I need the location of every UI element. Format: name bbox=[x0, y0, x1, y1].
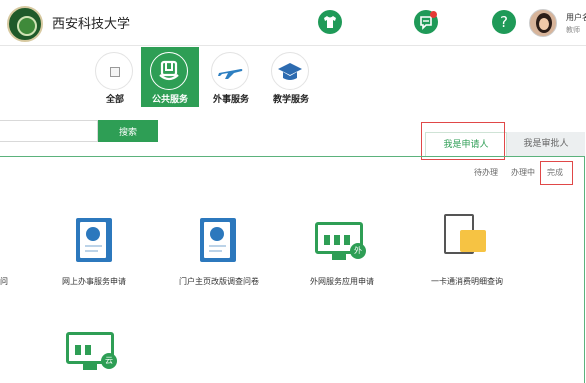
notification-dot bbox=[430, 11, 437, 18]
service-label: 网上办事服务申请 bbox=[62, 277, 126, 286]
service-label: 门户主页改版调查问卷 bbox=[179, 277, 259, 286]
user-name[interactable]: 用户名 bbox=[566, 12, 586, 23]
tab-foreign-affairs-label: 外事服务 bbox=[212, 95, 249, 105]
airplane-icon bbox=[211, 52, 249, 90]
service-label: 外网服务应用申请 bbox=[310, 277, 374, 286]
highlight-box-done bbox=[540, 161, 573, 185]
service-label: 一卡通消费明细查询 bbox=[431, 277, 503, 286]
user-role: 教师 bbox=[566, 26, 580, 34]
cut-off-label: 问 bbox=[0, 277, 8, 286]
tab-teaching-service-label: 教学服务 bbox=[272, 95, 309, 105]
top-header: 西安科技大学 ? 用户名 教师 bbox=[0, 0, 586, 46]
tab-all[interactable]: 全部 bbox=[86, 47, 144, 107]
badge-wai: 外 bbox=[350, 243, 366, 259]
badge-yun: 云 bbox=[101, 353, 117, 369]
tab-teaching-service[interactable]: 教学服务 bbox=[262, 47, 320, 107]
filter-in-progress[interactable]: 办理中 bbox=[511, 167, 535, 178]
cloud-service-icon: 云 bbox=[66, 332, 117, 370]
search-input[interactable] bbox=[0, 120, 98, 142]
avatar[interactable] bbox=[529, 9, 557, 37]
help-icon[interactable]: ? bbox=[492, 10, 516, 34]
school-name: 西安科技大学 bbox=[52, 17, 131, 32]
folder-icon bbox=[460, 230, 486, 252]
tab-public-service[interactable]: 公共服务 bbox=[141, 47, 199, 107]
graduation-cap-icon bbox=[271, 52, 309, 90]
external-network-icon: 外 bbox=[315, 222, 366, 260]
tab-public-service-label: 公共服务 bbox=[151, 95, 188, 105]
shirt-icon[interactable] bbox=[318, 10, 342, 34]
tab-all-label: 全部 bbox=[105, 95, 124, 105]
broken-image-icon bbox=[110, 67, 120, 77]
search-button[interactable]: 搜索 bbox=[98, 120, 158, 142]
university-logo-icon[interactable] bbox=[7, 6, 43, 42]
document-seal-icon bbox=[76, 218, 112, 262]
filter-todo[interactable]: 待办理 bbox=[474, 167, 498, 178]
all-icon-frame bbox=[95, 52, 133, 90]
tab-foreign-affairs[interactable]: 外事服务 bbox=[202, 47, 260, 107]
document-seal-icon bbox=[200, 218, 236, 262]
tab-approver[interactable]: 我是审批人 bbox=[507, 132, 585, 156]
highlight-box-applicant bbox=[421, 122, 505, 160]
help-symbol: ? bbox=[500, 13, 508, 31]
public-service-icon bbox=[150, 52, 188, 90]
